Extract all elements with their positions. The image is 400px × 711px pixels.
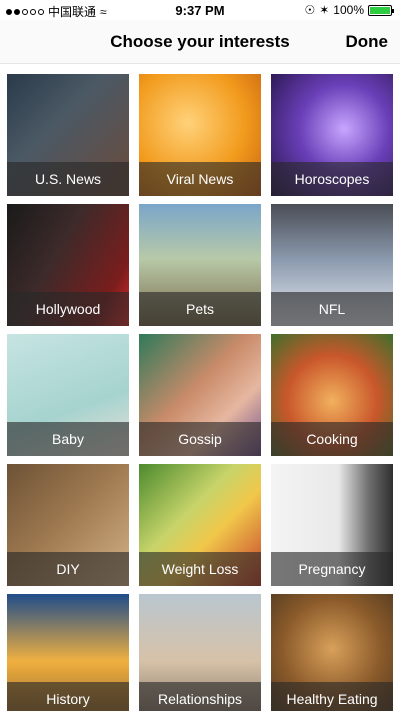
status-right: ☉ ✶ 100%	[304, 3, 394, 17]
interest-tile-gossip[interactable]: Gossip	[139, 334, 261, 456]
interest-tile-pets[interactable]: Pets	[139, 204, 261, 326]
page-title: Choose your interests	[110, 32, 290, 51]
interest-label: NFL	[271, 292, 393, 326]
interest-tile-healthy-eating[interactable]: Healthy Eating	[271, 594, 393, 711]
interest-tile-pregnancy[interactable]: Pregnancy	[271, 464, 393, 586]
interest-tile-weight-loss[interactable]: Weight Loss	[139, 464, 261, 586]
interest-tile-relationships[interactable]: Relationships	[139, 594, 261, 711]
interest-label: Hollywood	[7, 292, 129, 326]
interest-label: Pregnancy	[271, 552, 393, 586]
battery-icon	[368, 4, 394, 16]
navigation-bar: Choose your interests Done	[0, 20, 400, 64]
done-button[interactable]: Done	[346, 32, 389, 52]
interest-tile-viral-news[interactable]: Viral News	[139, 74, 261, 196]
interest-label: DIY	[7, 552, 129, 586]
interest-tile-baby[interactable]: Baby	[7, 334, 129, 456]
interest-tile-hollywood[interactable]: Hollywood	[7, 204, 129, 326]
interest-label: Healthy Eating	[271, 682, 393, 711]
interest-label: History	[7, 682, 129, 711]
interest-label: Baby	[7, 422, 129, 456]
interest-label: Relationships	[139, 682, 261, 711]
interest-tile-nfl[interactable]: NFL	[271, 204, 393, 326]
interest-tile-us-news[interactable]: U.S. News	[7, 74, 129, 196]
bluetooth-icon: ✶	[319, 3, 330, 17]
interest-tile-history[interactable]: History	[7, 594, 129, 711]
interest-label: Weight Loss	[139, 552, 261, 586]
interest-label: Horoscopes	[271, 162, 393, 196]
orientation-lock-icon: ☉	[304, 3, 316, 17]
interest-label: Gossip	[139, 422, 261, 456]
status-bar: 中国联通 ≈ 9:37 PM ☉ ✶ 100%	[0, 0, 400, 20]
interests-grid: U.S. News Viral News Horoscopes Hollywoo…	[7, 74, 393, 711]
interest-label: U.S. News	[7, 162, 129, 196]
interest-tile-horoscopes[interactable]: Horoscopes	[271, 74, 393, 196]
interest-tile-diy[interactable]: DIY	[7, 464, 129, 586]
interest-label: Pets	[139, 292, 261, 326]
interest-label: Viral News	[139, 162, 261, 196]
interest-tile-cooking[interactable]: Cooking	[271, 334, 393, 456]
battery-percent: 100%	[333, 3, 364, 17]
interest-label: Cooking	[271, 422, 393, 456]
